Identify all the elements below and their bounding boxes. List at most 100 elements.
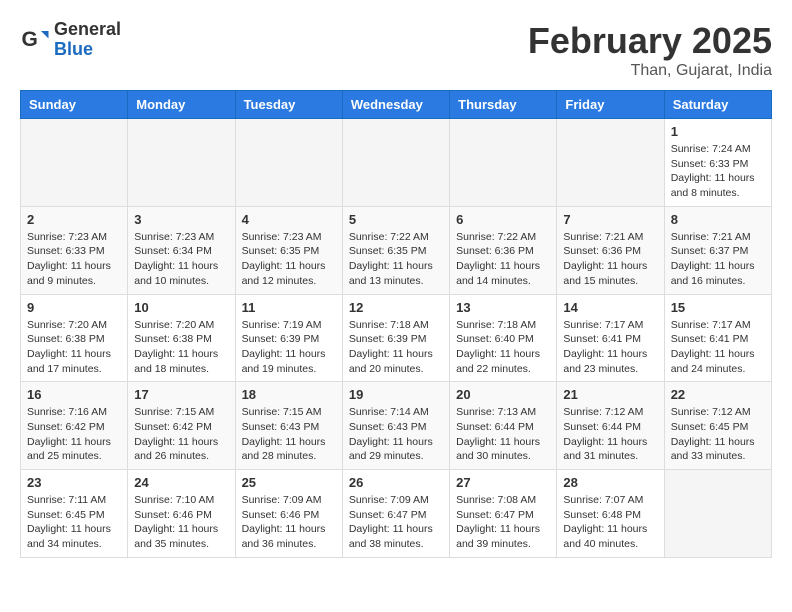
day-info: Sunrise: 7:21 AM Sunset: 6:36 PM Dayligh… <box>563 230 657 289</box>
calendar-cell: 9 Sunrise: 7:20 AM Sunset: 6:38 PM Daylig… <box>21 294 128 382</box>
day-number: 18 <box>242 387 336 402</box>
day-info: Sunrise: 7:14 AM Sunset: 6:43 PM Dayligh… <box>349 405 443 464</box>
day-info: Sunrise: 7:22 AM Sunset: 6:36 PM Dayligh… <box>456 230 550 289</box>
calendar-cell: 21 Sunrise: 7:12 AM Sunset: 6:44 PM Dayli… <box>557 382 664 470</box>
calendar-cell: 19 Sunrise: 7:14 AM Sunset: 6:43 PM Dayli… <box>342 382 449 470</box>
calendar-cell: 3Sunrise: 7:23 AM Sunset: 6:34 PM Daylig… <box>128 206 235 294</box>
calendar-cell: 23 Sunrise: 7:11 AM Sunset: 6:45 PM Dayli… <box>21 470 128 558</box>
weekday-header: Tuesday <box>235 91 342 119</box>
calendar-cell: 25 Sunrise: 7:09 AM Sunset: 6:46 PM Dayli… <box>235 470 342 558</box>
calendar-cell <box>235 119 342 207</box>
day-number: 19 <box>349 387 443 402</box>
day-number: 1 <box>671 124 765 139</box>
weekday-header: Thursday <box>450 91 557 119</box>
day-number: 23 <box>27 475 121 490</box>
calendar-cell: 1 Sunrise: 7:24 AM Sunset: 6:33 PM Daylig… <box>664 119 771 207</box>
day-info: Sunrise: 7:09 AM Sunset: 6:46 PM Dayligh… <box>242 493 336 552</box>
month-title: February 2025 <box>528 20 772 62</box>
day-info: Sunrise: 7:17 AM Sunset: 6:41 PM Dayligh… <box>563 318 657 377</box>
calendar-cell: 17 Sunrise: 7:15 AM Sunset: 6:42 PM Dayli… <box>128 382 235 470</box>
day-info: Sunrise: 7:12 AM Sunset: 6:44 PM Dayligh… <box>563 405 657 464</box>
day-number: 22 <box>671 387 765 402</box>
weekday-header-row: SundayMondayTuesdayWednesdayThursdayFrid… <box>21 91 772 119</box>
calendar-cell <box>342 119 449 207</box>
day-number: 15 <box>671 300 765 315</box>
logo-general-text: General <box>54 20 121 40</box>
calendar-cell: 28 Sunrise: 7:07 AM Sunset: 6:48 PM Dayli… <box>557 470 664 558</box>
day-info: Sunrise: 7:15 AM Sunset: 6:42 PM Dayligh… <box>134 405 228 464</box>
day-info: Sunrise: 7:20 AM Sunset: 6:38 PM Dayligh… <box>134 318 228 377</box>
day-info: Sunrise: 7:07 AM Sunset: 6:48 PM Dayligh… <box>563 493 657 552</box>
day-number: 21 <box>563 387 657 402</box>
calendar-week-row: 23 Sunrise: 7:11 AM Sunset: 6:45 PM Dayli… <box>21 470 772 558</box>
day-number: 16 <box>27 387 121 402</box>
day-info: Sunrise: 7:17 AM Sunset: 6:41 PM Dayligh… <box>671 318 765 377</box>
day-info: Sunrise: 7:10 AM Sunset: 6:46 PM Dayligh… <box>134 493 228 552</box>
calendar-cell: 24 Sunrise: 7:10 AM Sunset: 6:46 PM Dayli… <box>128 470 235 558</box>
page-header: G General Blue February 2025 Than, Gujar… <box>20 20 772 80</box>
calendar-cell <box>128 119 235 207</box>
day-info: Sunrise: 7:24 AM Sunset: 6:33 PM Dayligh… <box>671 142 765 201</box>
calendar-cell: 10 Sunrise: 7:20 AM Sunset: 6:38 PM Dayli… <box>128 294 235 382</box>
day-info: Sunrise: 7:11 AM Sunset: 6:45 PM Dayligh… <box>27 493 121 552</box>
day-number: 4 <box>242 212 336 227</box>
calendar-cell: 15 Sunrise: 7:17 AM Sunset: 6:41 PM Dayli… <box>664 294 771 382</box>
calendar-cell: 6 Sunrise: 7:22 AM Sunset: 6:36 PM Daylig… <box>450 206 557 294</box>
calendar-cell: 2Sunrise: 7:23 AM Sunset: 6:33 PM Daylig… <box>21 206 128 294</box>
day-number: 12 <box>349 300 443 315</box>
calendar-cell: 4 Sunrise: 7:23 AM Sunset: 6:35 PM Daylig… <box>235 206 342 294</box>
calendar-week-row: 2Sunrise: 7:23 AM Sunset: 6:33 PM Daylig… <box>21 206 772 294</box>
calendar-cell: 18 Sunrise: 7:15 AM Sunset: 6:43 PM Dayli… <box>235 382 342 470</box>
day-info: Sunrise: 7:18 AM Sunset: 6:39 PM Dayligh… <box>349 318 443 377</box>
location-text: Than, Gujarat, India <box>528 62 772 80</box>
day-info: Sunrise: 7:16 AM Sunset: 6:42 PM Dayligh… <box>27 405 121 464</box>
day-number: 28 <box>563 475 657 490</box>
calendar-cell: 11Sunrise: 7:19 AM Sunset: 6:39 PM Dayli… <box>235 294 342 382</box>
calendar-cell: 20 Sunrise: 7:13 AM Sunset: 6:44 PM Dayli… <box>450 382 557 470</box>
calendar-cell <box>664 470 771 558</box>
calendar-table: SundayMondayTuesdayWednesdayThursdayFrid… <box>20 90 772 558</box>
day-number: 6 <box>456 212 550 227</box>
day-number: 7 <box>563 212 657 227</box>
day-info: Sunrise: 7:09 AM Sunset: 6:47 PM Dayligh… <box>349 493 443 552</box>
calendar-cell: 13Sunrise: 7:18 AM Sunset: 6:40 PM Dayli… <box>450 294 557 382</box>
day-number: 10 <box>134 300 228 315</box>
day-info: Sunrise: 7:20 AM Sunset: 6:38 PM Dayligh… <box>27 318 121 377</box>
day-info: Sunrise: 7:15 AM Sunset: 6:43 PM Dayligh… <box>242 405 336 464</box>
weekday-header: Friday <box>557 91 664 119</box>
calendar-cell: 14 Sunrise: 7:17 AM Sunset: 6:41 PM Dayli… <box>557 294 664 382</box>
calendar-cell: 12 Sunrise: 7:18 AM Sunset: 6:39 PM Dayli… <box>342 294 449 382</box>
calendar-cell <box>450 119 557 207</box>
calendar-cell <box>557 119 664 207</box>
day-number: 3 <box>134 212 228 227</box>
day-number: 26 <box>349 475 443 490</box>
day-number: 25 <box>242 475 336 490</box>
day-info: Sunrise: 7:12 AM Sunset: 6:45 PM Dayligh… <box>671 405 765 464</box>
day-info: Sunrise: 7:21 AM Sunset: 6:37 PM Dayligh… <box>671 230 765 289</box>
calendar-cell: 16 Sunrise: 7:16 AM Sunset: 6:42 PM Dayli… <box>21 382 128 470</box>
calendar-week-row: 1 Sunrise: 7:24 AM Sunset: 6:33 PM Daylig… <box>21 119 772 207</box>
day-info: Sunrise: 7:23 AM Sunset: 6:35 PM Dayligh… <box>242 230 336 289</box>
calendar-cell: 27Sunrise: 7:08 AM Sunset: 6:47 PM Dayli… <box>450 470 557 558</box>
day-number: 13 <box>456 300 550 315</box>
weekday-header: Wednesday <box>342 91 449 119</box>
weekday-header: Monday <box>128 91 235 119</box>
day-number: 24 <box>134 475 228 490</box>
calendar-week-row: 9 Sunrise: 7:20 AM Sunset: 6:38 PM Daylig… <box>21 294 772 382</box>
day-info: Sunrise: 7:08 AM Sunset: 6:47 PM Dayligh… <box>456 493 550 552</box>
day-number: 20 <box>456 387 550 402</box>
weekday-header: Saturday <box>664 91 771 119</box>
calendar-cell: 22 Sunrise: 7:12 AM Sunset: 6:45 PM Dayli… <box>664 382 771 470</box>
day-number: 17 <box>134 387 228 402</box>
calendar-cell <box>21 119 128 207</box>
day-number: 11 <box>242 300 336 315</box>
calendar-week-row: 16 Sunrise: 7:16 AM Sunset: 6:42 PM Dayli… <box>21 382 772 470</box>
logo-icon: G <box>20 25 50 55</box>
calendar-cell: 26 Sunrise: 7:09 AM Sunset: 6:47 PM Dayli… <box>342 470 449 558</box>
calendar-cell: 5Sunrise: 7:22 AM Sunset: 6:35 PM Daylig… <box>342 206 449 294</box>
day-number: 14 <box>563 300 657 315</box>
day-number: 2 <box>27 212 121 227</box>
weekday-header: Sunday <box>21 91 128 119</box>
day-number: 9 <box>27 300 121 315</box>
day-info: Sunrise: 7:13 AM Sunset: 6:44 PM Dayligh… <box>456 405 550 464</box>
